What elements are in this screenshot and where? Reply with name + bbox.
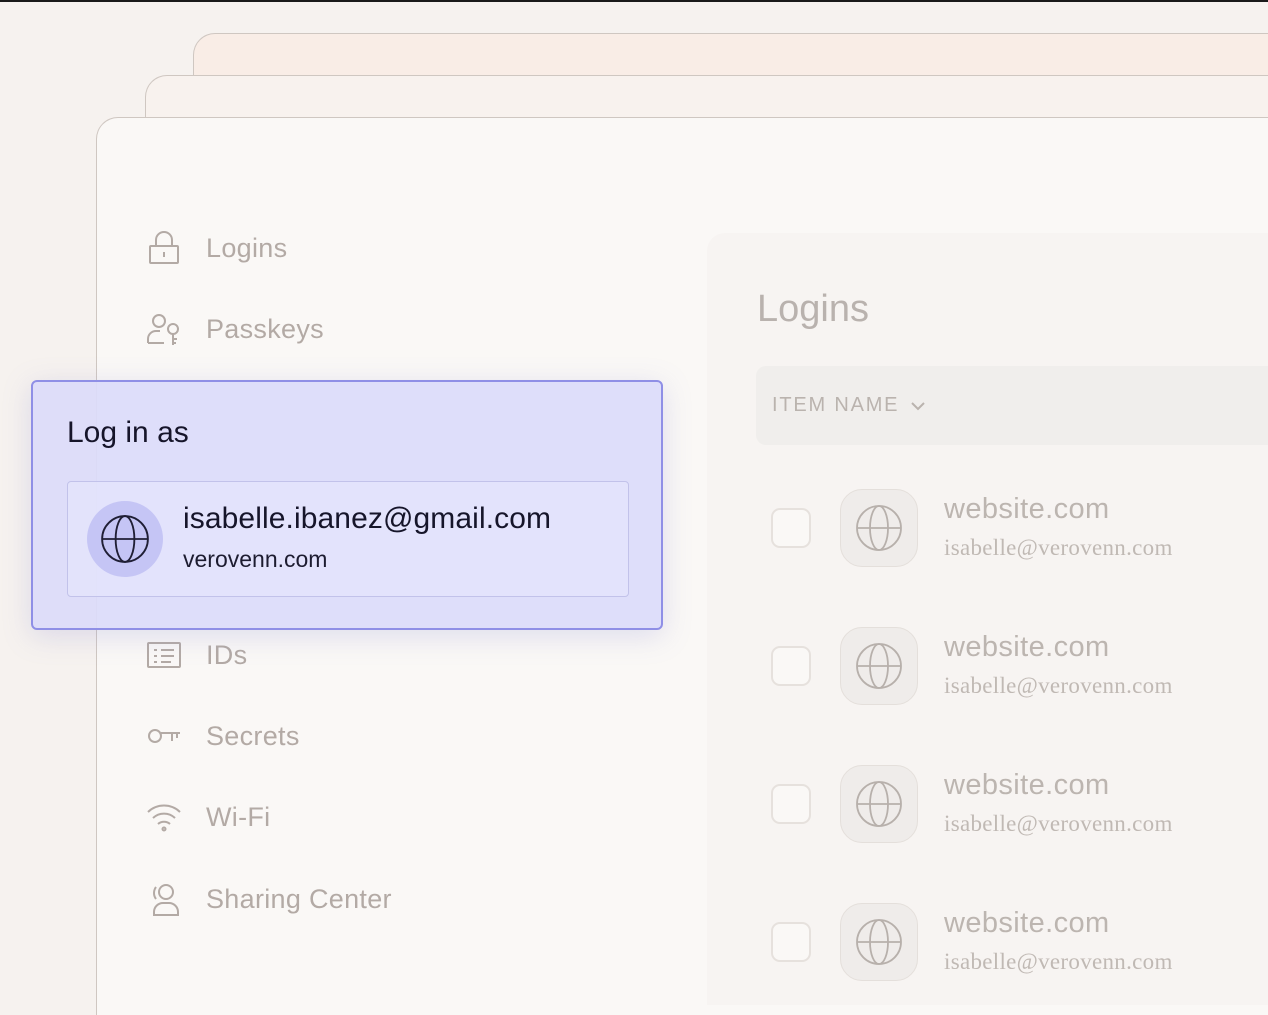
key-icon — [148, 729, 180, 743]
login-row[interactable]: website.com isabelle@verovenn.com — [770, 627, 1250, 707]
login-row[interactable]: website.com isabelle@verovenn.com — [770, 903, 1250, 983]
globe-icon — [856, 505, 902, 551]
row-subtitle: isabelle@verovenn.com — [944, 673, 1173, 698]
sidebar-item-label: Secrets — [206, 720, 300, 751]
column-header-label: ITEM NAME — [772, 394, 900, 416]
sidebar-item-sharing-center[interactable]: Sharing Center — [146, 879, 392, 919]
account-avatar — [87, 501, 163, 577]
row-subtitle: isabelle@verovenn.com — [944, 949, 1173, 974]
sharing-person-icon — [153, 884, 179, 916]
site-icon — [840, 903, 918, 981]
site-icon — [840, 765, 918, 843]
chevron-down-icon — [911, 401, 926, 410]
login-row[interactable]: website.com isabelle@verovenn.com — [770, 765, 1250, 845]
site-icon — [840, 627, 918, 705]
wifi-icon — [147, 804, 181, 832]
sidebar-item-label: Passkeys — [206, 313, 324, 344]
globe-icon — [101, 515, 149, 563]
login-as-popup: Log in as isabelle.ibanez@gmail.com vero… — [31, 380, 663, 630]
logins-panel — [707, 233, 1268, 1005]
account-email: isabelle.ibanez@gmail.com — [183, 502, 552, 535]
sidebar-item-label: Sharing Center — [206, 883, 392, 914]
row-checkbox[interactable] — [771, 784, 811, 824]
row-checkbox[interactable] — [771, 646, 811, 686]
globe-icon — [856, 643, 902, 689]
lock-icon — [149, 231, 179, 264]
sidebar-item-secrets[interactable]: Secrets — [146, 716, 300, 756]
row-title: website.com — [944, 631, 1110, 663]
row-title: website.com — [944, 493, 1110, 525]
site-icon — [840, 489, 918, 567]
account-site: verovenn.com — [183, 546, 328, 572]
sidebar-item-label: Logins — [206, 232, 288, 263]
row-title: website.com — [944, 769, 1110, 801]
row-subtitle: isabelle@verovenn.com — [944, 535, 1173, 560]
sidebar-item-label: Wi-Fi — [206, 801, 271, 832]
row-subtitle: isabelle@verovenn.com — [944, 811, 1173, 836]
sidebar-item-logins[interactable]: Logins — [146, 228, 287, 268]
sidebar-item-wifi[interactable]: Wi-Fi — [146, 797, 270, 837]
globe-icon — [856, 919, 902, 965]
globe-icon — [856, 781, 902, 827]
page-title: Logins — [757, 288, 869, 330]
column-header-item-name[interactable]: ITEM NAME — [756, 366, 1268, 445]
sidebar-item-ids[interactable]: IDs — [146, 635, 247, 675]
login-row[interactable]: website.com isabelle@verovenn.com — [770, 489, 1250, 569]
person-key-icon — [147, 314, 179, 345]
row-checkbox[interactable] — [771, 922, 811, 962]
account-option[interactable]: isabelle.ibanez@gmail.com verovenn.com — [67, 481, 629, 597]
row-checkbox[interactable] — [771, 508, 811, 548]
popup-title: Log in as — [67, 416, 189, 449]
sidebar-item-label: IDs — [206, 639, 248, 670]
id-card-icon — [147, 642, 181, 668]
sidebar-item-passkeys[interactable]: Passkeys — [146, 309, 324, 349]
row-title: website.com — [944, 907, 1110, 939]
